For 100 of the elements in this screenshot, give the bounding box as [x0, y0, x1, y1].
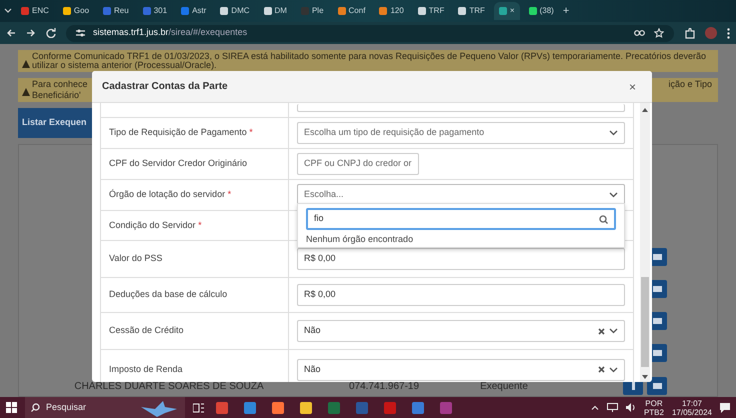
input-field[interactable]: R$ 0,00: [297, 248, 625, 270]
clear-icon[interactable]: [598, 366, 605, 373]
chevron-down-icon: [609, 192, 618, 198]
tab-title: ENC: [32, 5, 49, 17]
field-value: Não: [304, 362, 321, 376]
tab-title: DMC: [231, 5, 250, 17]
new-tab-button[interactable]: +: [562, 2, 570, 20]
language-label[interactable]: POR: [644, 398, 664, 408]
browser-tab[interactable]: Ple: [296, 2, 329, 20]
browser-tab[interactable]: Conf: [332, 2, 370, 20]
alert-text: ição e Tipo: [668, 80, 712, 91]
scroll-down-icon[interactable]: [642, 375, 648, 379]
field-label: Deduções da base de cálculo: [109, 288, 228, 302]
chevron-down-icon: [609, 366, 618, 372]
modal-title: Cadastrar Contas da Parte: [102, 80, 228, 94]
more-icon[interactable]: [727, 28, 730, 38]
browser-tab[interactable]: TRF: [412, 2, 450, 20]
speaker-icon[interactable]: [626, 403, 636, 412]
card-icon: [652, 350, 662, 356]
alert-text: Para conhece: [32, 80, 88, 89]
browser-tab[interactable]: 120: [374, 2, 409, 20]
app-icon[interactable]: [272, 402, 284, 414]
layout-label[interactable]: PTB2: [644, 408, 664, 416]
address-bar[interactable]: sistemas.trf1.jus.br/sirea/#/exequentes: [66, 24, 674, 42]
taskbar-search[interactable]: Pesquisar: [25, 397, 185, 418]
browser-tab[interactable]: Astr: [176, 2, 212, 20]
favicon-icon: [21, 7, 29, 15]
search-icon: [599, 214, 608, 224]
table-cell-text: CHARLES DUARTE SOARES DE SOUZA: [73, 380, 265, 394]
network-icon[interactable]: [606, 403, 618, 412]
placeholder-text: Escolha um tipo de requisição de pagamento: [304, 126, 484, 140]
browser-tab[interactable]: Reu: [98, 2, 134, 20]
warning-icon: [22, 88, 30, 96]
close-icon[interactable]: ×: [510, 5, 515, 17]
extensions-icon[interactable]: [684, 28, 695, 38]
favicon-icon: [220, 7, 228, 15]
tab-title: Reu: [114, 5, 129, 17]
table-cell-text: 074.741.967-19: [348, 380, 420, 394]
forward-icon[interactable]: [26, 28, 36, 38]
search-field[interactable]: fio: [306, 208, 616, 230]
favicon-icon: [498, 7, 507, 15]
close-button[interactable]: ×: [626, 78, 638, 96]
browser-tab[interactable]: DM: [258, 2, 292, 20]
card-icon: [652, 383, 662, 389]
select-field[interactable]: Não: [297, 320, 625, 342]
windows-icon[interactable]: [6, 402, 17, 413]
star-icon[interactable]: [654, 28, 664, 38]
notification-icon[interactable]: [720, 402, 730, 412]
tune-icon: [76, 29, 85, 37]
tab-title: 301: [154, 5, 168, 17]
clock-date[interactable]: 17/05/2024: [672, 408, 712, 416]
placeholder-text: CPF ou CNPJ do credor or: [304, 157, 412, 170]
select-field[interactable]: Não: [297, 358, 625, 380]
browser-tab[interactable]: (38): [524, 2, 559, 20]
browser-tab[interactable]: TRF: [453, 2, 490, 20]
tab-title: Astr: [192, 5, 206, 17]
chevron-down-icon[interactable]: [4, 8, 12, 14]
field-value: R$ 0,00: [304, 252, 336, 266]
field-value: R$ 0,00: [304, 288, 336, 302]
bird-drawing: [139, 398, 179, 416]
app-icon[interactable]: [412, 402, 424, 414]
task-view-icon[interactable]: [193, 402, 204, 412]
reload-icon[interactable]: [46, 28, 56, 38]
card-icon: [652, 254, 662, 260]
select-field[interactable]: Escolha um tipo de requisição de pagamento: [297, 122, 625, 144]
browser-tab[interactable]: DMC: [215, 2, 255, 20]
browser-tab[interactable]: Goo: [58, 2, 94, 20]
browser-tab[interactable]: ×: [494, 2, 520, 20]
favicon-icon: [181, 7, 190, 15]
app-icon[interactable]: [244, 402, 256, 414]
tab-title: Conf: [348, 5, 366, 17]
caret-up-icon[interactable]: [590, 405, 599, 410]
browser-tab[interactable]: ENC: [16, 2, 54, 20]
tab-title: DM: [274, 5, 287, 17]
back-icon[interactable]: [6, 28, 16, 38]
empty-message: Nenhum órgão encontrado: [306, 233, 414, 245]
alert-text: Conforme Comunicado TRF1 de 01/03/2023, o SIREA está habilitado somente para novas Requisições de Pequeno Valor (RPVs) temporariamente. Precatórios deverão utilizar o sistema anterior (Processual/Oracle).: [32, 52, 708, 70]
url-text: sistemas.trf1.jus.br/sirea/#/exequentes: [93, 26, 248, 40]
favicon-icon: [418, 7, 426, 15]
input-field[interactable]: [297, 104, 625, 112]
tab-title: Ple: [312, 5, 324, 17]
input-field[interactable]: CPF ou CNPJ do credor or: [297, 153, 419, 175]
field-label: Imposto de Renda: [109, 362, 183, 376]
bar-icon: [632, 382, 634, 390]
list-tab[interactable]: Listar Exequen: [18, 108, 92, 138]
alert-text: Beneficiário': [32, 91, 82, 100]
app-icon[interactable]: [300, 402, 312, 414]
action-button[interactable]: [647, 377, 667, 395]
clock-time[interactable]: 17:07: [672, 398, 712, 408]
search-value: fio: [314, 212, 324, 226]
clear-icon[interactable]: [598, 328, 605, 334]
scrollbar[interactable]: [640, 103, 650, 382]
browser-tab[interactable]: 301: [138, 2, 172, 20]
input-field[interactable]: R$ 0,00: [297, 284, 625, 306]
field-label: Condição do Servidor *: [109, 218, 202, 232]
scroll-up-icon[interactable]: [642, 108, 648, 112]
field-value: Não: [304, 324, 321, 338]
scroll-thumb[interactable]: [641, 277, 649, 367]
favicon-icon: [379, 7, 388, 15]
field-label: Tipo de Requisição de Pagamento *: [109, 126, 253, 140]
